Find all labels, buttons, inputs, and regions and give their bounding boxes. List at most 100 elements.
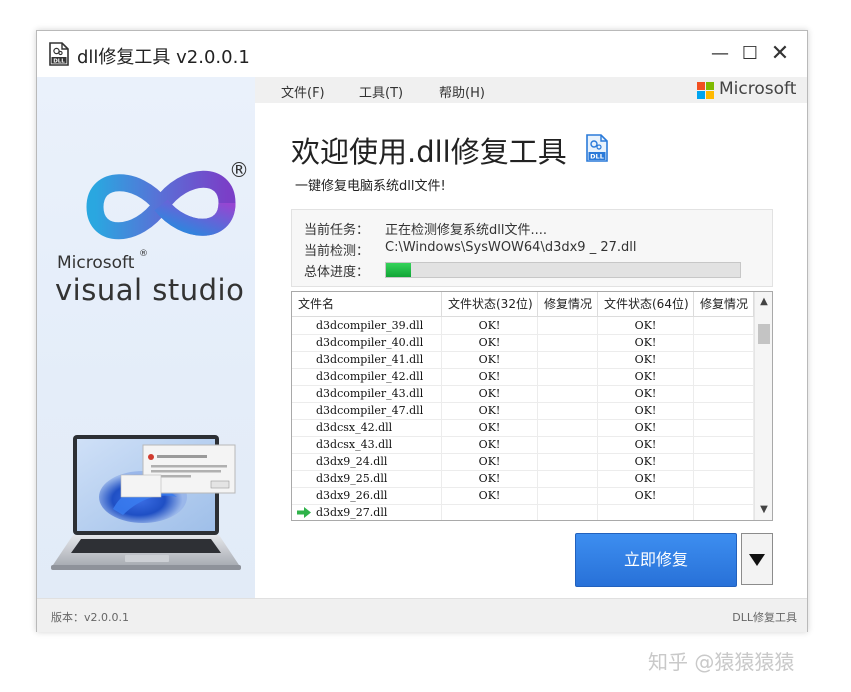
header-filename[interactable]: 文件名 bbox=[292, 292, 442, 316]
repair-32-cell bbox=[538, 334, 598, 351]
title-bar: DLL dll修复工具 v2.0.0.1 — ☐ ✕ bbox=[37, 31, 807, 77]
repair-32-cell bbox=[538, 436, 598, 453]
minimize-button[interactable]: — bbox=[707, 41, 733, 67]
status-64-cell: OK! bbox=[598, 317, 694, 334]
svg-text:DLL: DLL bbox=[53, 59, 65, 65]
file-name-cell: d3dcompiler_43.dll bbox=[292, 385, 442, 402]
laptop-illustration bbox=[51, 435, 241, 570]
maximize-button[interactable]: ☐ bbox=[737, 41, 763, 67]
status-64-cell: OK! bbox=[598, 453, 694, 470]
status-64-cell: OK! bbox=[598, 436, 694, 453]
check-value: C:\Windows\SysWOW64\d3dx9 _ 27.dll bbox=[385, 240, 637, 255]
repair-64-cell bbox=[694, 334, 754, 351]
repair-options-dropdown[interactable] bbox=[741, 533, 773, 585]
current-row-arrow-icon bbox=[297, 507, 311, 518]
status-32-cell: OK! bbox=[442, 317, 538, 334]
status-64-cell: OK! bbox=[598, 385, 694, 402]
repair-32-cell bbox=[538, 419, 598, 436]
progress-bar bbox=[385, 262, 741, 278]
file-name-cell: d3dx9_24.dll bbox=[292, 453, 442, 470]
status-64-cell: OK! bbox=[598, 470, 694, 487]
table-row[interactable]: d3dcompiler_40.dll OK! OK! bbox=[292, 334, 754, 352]
brand-registered-mark: ® bbox=[139, 249, 148, 259]
status-32-cell: OK! bbox=[442, 470, 538, 487]
repair-32-cell bbox=[538, 504, 598, 520]
menu-file[interactable]: 文件(F) bbox=[281, 82, 325, 101]
table-row[interactable]: d3dcsx_42.dll OK! OK! bbox=[292, 419, 754, 437]
table-row[interactable]: d3dx9_25.dll OK! OK! bbox=[292, 470, 754, 488]
file-name-cell: d3dx9_25.dll bbox=[292, 470, 442, 487]
file-name-cell: d3dcompiler_42.dll bbox=[292, 368, 442, 385]
status-32-cell: OK! bbox=[442, 334, 538, 351]
table-row[interactable]: d3dcompiler_47.dll OK! OK! bbox=[292, 402, 754, 420]
repair-64-cell bbox=[694, 470, 754, 487]
svg-text:DLL: DLL bbox=[590, 153, 604, 161]
version-text: 版本：v2.0.0.1 bbox=[51, 611, 129, 624]
table-row[interactable]: d3dcompiler_39.dll OK! OK! bbox=[292, 317, 754, 335]
scroll-down-button[interactable]: ▼ bbox=[755, 502, 772, 518]
table-row[interactable]: d3dcompiler_43.dll OK! OK! bbox=[292, 385, 754, 403]
header-status-64[interactable]: 文件状态(64位) bbox=[598, 292, 694, 316]
table-row[interactable]: d3dx9_26.dll OK! OK! bbox=[292, 487, 754, 505]
status-32-cell: OK! bbox=[442, 402, 538, 419]
table-scrollbar[interactable]: ▲ ▼ bbox=[754, 292, 772, 520]
table-row[interactable]: d3dcsx_43.dll OK! OK! bbox=[292, 436, 754, 454]
header-repair-32[interactable]: 修复情况 bbox=[538, 292, 598, 316]
repair-32-cell bbox=[538, 385, 598, 402]
file-name-cell: d3dcsx_42.dll bbox=[292, 419, 442, 436]
status-64-cell: OK! bbox=[598, 487, 694, 504]
repair-64-cell bbox=[694, 368, 754, 385]
table-row[interactable]: d3dcompiler_41.dll OK! OK! bbox=[292, 351, 754, 369]
status-32-cell: OK! bbox=[442, 453, 538, 470]
repair-64-cell bbox=[694, 436, 754, 453]
sidebar: ® Microsoft ® visual studio bbox=[37, 77, 255, 598]
status-panel: 当前任务： 正在检测修复系统dll文件.... 当前检测： C:\Windows… bbox=[291, 209, 773, 287]
watermark: 知乎 @猿猿猿猿 bbox=[648, 650, 795, 674]
status-64-cell: OK! bbox=[598, 351, 694, 368]
file-name-cell: d3dx9_27.dll bbox=[292, 504, 442, 520]
repair-64-cell bbox=[694, 504, 754, 520]
status-32-cell: OK! bbox=[442, 368, 538, 385]
file-table: 文件名 文件状态(32位) 修复情况 文件状态(64位) 修复情况 d3dcom… bbox=[291, 291, 773, 521]
table-row[interactable]: d3dx9_27.dll bbox=[292, 504, 754, 520]
status-32-cell: OK! bbox=[442, 419, 538, 436]
status-32-cell: OK! bbox=[442, 351, 538, 368]
header-repair-64[interactable]: 修复情况 bbox=[694, 292, 754, 316]
status-64-cell: OK! bbox=[598, 368, 694, 385]
brand-microsoft: Microsoft bbox=[57, 253, 135, 273]
window-title: dll修复工具 v2.0.0.1 bbox=[77, 47, 250, 68]
app-window: DLL dll修复工具 v2.0.0.1 — ☐ ✕ ® Microsoft ®… bbox=[36, 30, 808, 632]
repair-64-cell bbox=[694, 385, 754, 402]
table-row[interactable]: d3dx9_24.dll OK! OK! bbox=[292, 453, 754, 471]
status-64-cell: OK! bbox=[598, 334, 694, 351]
close-button[interactable]: ✕ bbox=[767, 41, 793, 67]
scroll-up-button[interactable]: ▲ bbox=[755, 294, 772, 310]
status-64-cell: OK! bbox=[598, 419, 694, 436]
task-label: 当前任务： bbox=[304, 223, 370, 238]
file-name-cell: d3dcompiler_47.dll bbox=[292, 402, 442, 419]
app-dll-icon: DLL bbox=[49, 42, 69, 66]
repair-64-cell bbox=[694, 453, 754, 470]
file-name-cell: d3dx9_26.dll bbox=[292, 487, 442, 504]
file-name-cell: d3dcompiler_41.dll bbox=[292, 351, 442, 368]
menu-tools[interactable]: 工具(T) bbox=[359, 82, 403, 101]
repair-64-cell bbox=[694, 487, 754, 504]
title-dll-icon: DLL bbox=[586, 134, 608, 162]
repair-now-button[interactable]: 立即修复 bbox=[575, 533, 737, 587]
microsoft-brand: Microsoft bbox=[697, 79, 807, 101]
table-row[interactable]: d3dcompiler_42.dll OK! OK! bbox=[292, 368, 754, 386]
status-32-cell: OK! bbox=[442, 436, 538, 453]
header-status-32[interactable]: 文件状态(32位) bbox=[442, 292, 538, 316]
repair-32-cell bbox=[538, 470, 598, 487]
file-name-cell: d3dcsx_43.dll bbox=[292, 436, 442, 453]
dropdown-arrow-icon bbox=[749, 554, 765, 566]
microsoft-brand-text: Microsoft bbox=[719, 79, 797, 99]
welcome-title: 欢迎使用.dll修复工具 bbox=[291, 135, 567, 169]
status-footer: 版本：v2.0.0.1 DLL修复工具 bbox=[37, 598, 807, 632]
file-name-cell: d3dcompiler_40.dll bbox=[292, 334, 442, 351]
status-32-cell bbox=[442, 504, 538, 520]
scroll-thumb[interactable] bbox=[758, 324, 770, 344]
repair-64-cell bbox=[694, 317, 754, 334]
status-32-cell: OK! bbox=[442, 385, 538, 402]
menu-help[interactable]: 帮助(H) bbox=[439, 82, 485, 101]
